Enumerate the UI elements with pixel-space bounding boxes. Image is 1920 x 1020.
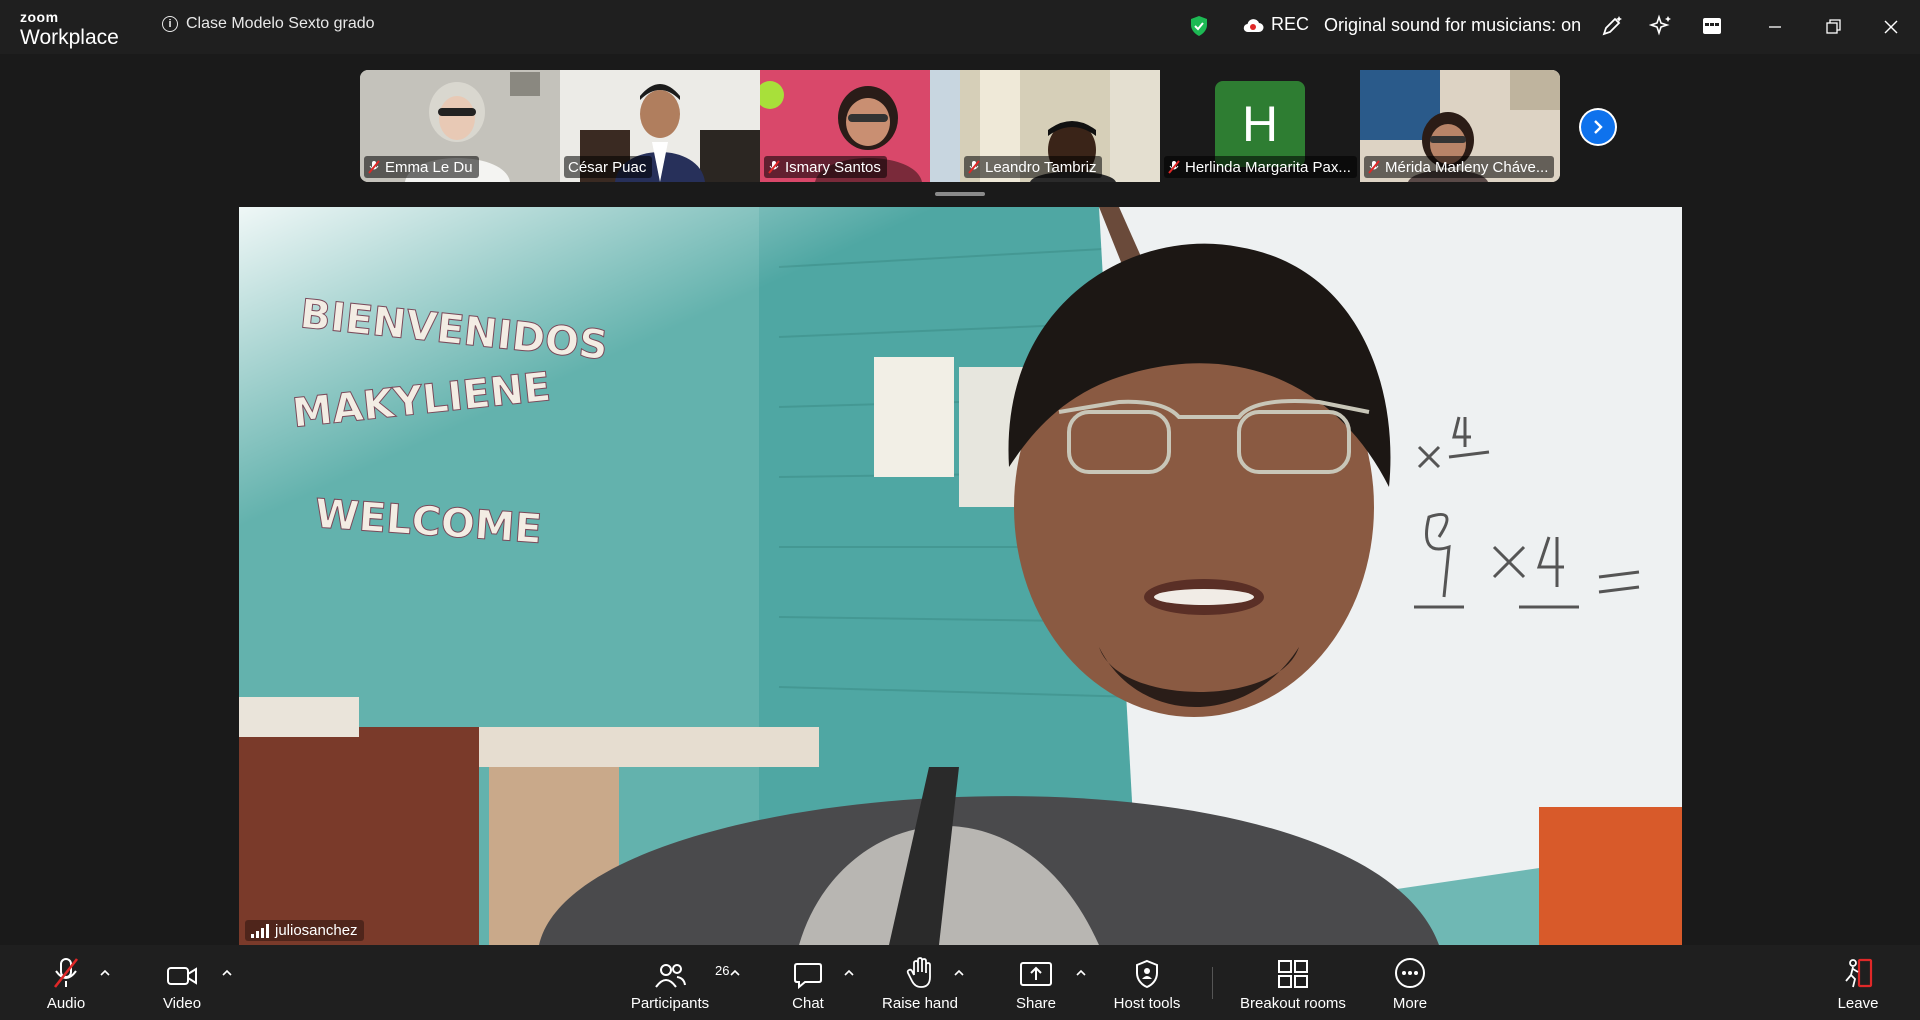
zoom-workplace-logo: zoom Workplace — [20, 10, 119, 48]
chat-options-caret-icon[interactable] — [843, 967, 855, 979]
muted-mic-icon — [1368, 160, 1380, 174]
logo-zoom-text: zoom — [20, 9, 59, 25]
participants-icon — [655, 964, 686, 988]
muted-mic-icon — [1168, 160, 1180, 174]
view-layout-icon[interactable] — [1700, 14, 1724, 38]
cloud-record-icon — [1243, 18, 1264, 32]
host-tools-button[interactable]: Host tools — [1111, 945, 1183, 1020]
minimize-icon[interactable] — [1764, 16, 1786, 38]
next-participants-button[interactable] — [1579, 108, 1617, 146]
share-button[interactable]: Share — [1015, 945, 1057, 1020]
participant-name-label: Emma Le Du — [364, 156, 479, 178]
breakout-rooms-icon — [1278, 960, 1308, 988]
video-button[interactable]: Video — [157, 945, 207, 1020]
rec-label: REC — [1271, 14, 1310, 34]
toolbar-divider — [1212, 967, 1213, 999]
muted-mic-icon — [768, 160, 780, 174]
participant-name-label: Leandro Tambriz — [964, 156, 1103, 178]
connection-signal-icon — [251, 923, 269, 938]
participant-name-label: Herlinda Margarita Pax... — [1164, 156, 1357, 178]
active-speaker-video[interactable]: BIENVENIDOS MAKYLIENE WELCOME juliosanch… — [239, 207, 1682, 945]
audio-button[interactable]: Audio — [40, 945, 92, 1020]
video-options-caret-icon[interactable] — [221, 967, 233, 979]
participant-tile[interactable]: Mérida Marleny Cháve... — [1360, 70, 1560, 182]
share-options-caret-icon[interactable] — [1075, 967, 1087, 979]
participant-tile[interactable]: César Puac — [560, 70, 760, 182]
meeting-title: Clase Modelo Sexto grado — [186, 15, 375, 32]
close-icon[interactable] — [1880, 16, 1902, 38]
more-button[interactable]: More — [1390, 945, 1430, 1020]
participant-name-label: César Puac — [564, 156, 653, 178]
ai-companion-icon[interactable] — [1649, 14, 1673, 38]
share-screen-icon — [1020, 962, 1052, 986]
speaker-video-frame: BIENVENIDOS MAKYLIENE WELCOME — [239, 207, 1682, 945]
host-shield-icon — [1136, 959, 1158, 989]
participant-tile[interactable]: Emma Le Du — [360, 70, 560, 182]
speaker-name-label: juliosanchez — [245, 920, 364, 941]
muted-mic-icon — [53, 958, 79, 988]
muted-mic-icon — [968, 160, 980, 174]
muted-mic-icon — [368, 160, 380, 174]
meeting-info-button[interactable]: i Clase Modelo Sexto grado — [162, 15, 375, 33]
leave-door-icon — [1845, 958, 1873, 988]
audio-options-caret-icon[interactable] — [99, 967, 111, 979]
strip-resize-handle[interactable] — [935, 192, 985, 196]
logo-workplace-text: Workplace — [20, 26, 119, 49]
participant-name-label: Ismary Santos — [764, 156, 887, 178]
raise-hand-icon — [906, 957, 931, 988]
participant-strip: Emma Le Du César Puac Ismary Santos Lean… — [360, 70, 1560, 182]
breakout-rooms-button[interactable]: Breakout rooms — [1236, 945, 1350, 1020]
title-bar: zoom Workplace i Clase Modelo Sexto grad… — [0, 0, 1920, 54]
participant-name-label: Mérida Marleny Cháve... — [1364, 156, 1555, 178]
info-icon: i — [162, 16, 178, 32]
leave-button[interactable]: Leave — [1838, 945, 1878, 1020]
original-sound-status[interactable]: Original sound for musicians: on — [1324, 15, 1581, 36]
reactions-caret-icon[interactable] — [953, 967, 965, 979]
participants-options-caret-icon[interactable] — [729, 967, 741, 979]
pen-sparkle-icon[interactable] — [1600, 14, 1624, 38]
recording-indicator[interactable]: REC — [1242, 14, 1309, 35]
participants-count: 26 — [715, 963, 730, 978]
chevron-right-icon — [1594, 120, 1603, 134]
participant-avatar: H — [1215, 81, 1305, 167]
chat-icon — [794, 963, 822, 989]
participant-tile[interactable]: H Herlinda Margarita Pax... — [1160, 70, 1360, 182]
participant-tile[interactable]: Ismary Santos — [760, 70, 960, 182]
meeting-controls-toolbar: Audio Video 26 Participants Chat Raise h… — [0, 945, 1920, 1020]
raise-hand-button[interactable]: Raise hand — [882, 945, 958, 1020]
chat-button[interactable]: Chat — [787, 945, 829, 1020]
more-options-icon — [1395, 958, 1425, 988]
participants-button[interactable]: 26 Participants — [628, 945, 730, 1020]
shield-icon[interactable] — [1189, 15, 1209, 37]
participant-tile[interactable]: Leandro Tambriz — [960, 70, 1160, 182]
video-camera-icon — [167, 967, 197, 985]
restore-icon[interactable] — [1822, 16, 1844, 38]
